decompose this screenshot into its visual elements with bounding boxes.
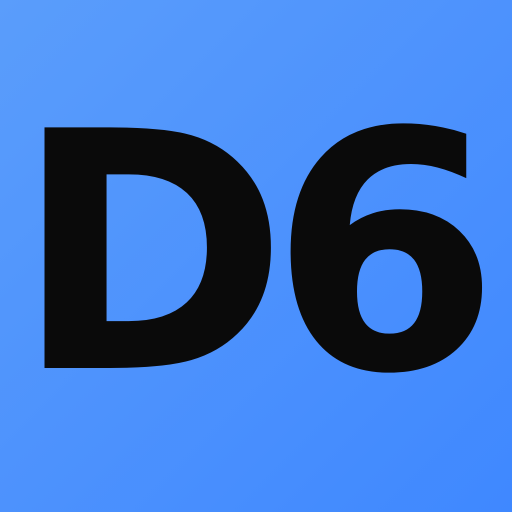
icon-tile: D6 xyxy=(0,0,512,512)
tile-label: D6 xyxy=(14,62,500,446)
